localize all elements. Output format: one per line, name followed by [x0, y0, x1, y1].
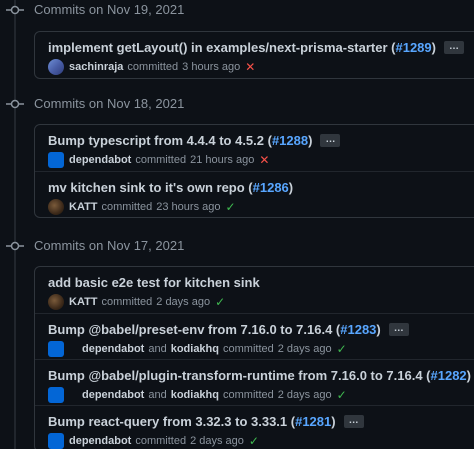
- git-commit-icon: [6, 241, 24, 251]
- commit-row: add basic e2e test for kitchen sink KATT…: [35, 267, 474, 313]
- commit-message-close: ): [376, 322, 381, 337]
- commit-title[interactable]: Bump @babel/preset-env from 7.16.0 to 7.…: [48, 322, 409, 337]
- commit-message[interactable]: implement getLayout() in examples/next-p…: [48, 40, 395, 55]
- and-label: and: [148, 389, 167, 401]
- pr-link[interactable]: #1282: [431, 368, 467, 383]
- group-date: Commits on Nov 17, 2021: [34, 238, 185, 253]
- status-fail-icon[interactable]: ✕: [245, 60, 255, 74]
- status-pass-icon[interactable]: ✓: [249, 434, 259, 448]
- commit-title[interactable]: Bump react-query from 3.32.3 to 3.33.1 (…: [48, 414, 364, 429]
- commit-title[interactable]: mv kitchen sink to it's own repo (#1286): [48, 180, 293, 195]
- commit-message-close: ): [431, 40, 436, 55]
- commit-meta: dependabot committed 21 hours ago ✕: [48, 152, 269, 168]
- commit-time[interactable]: 23 hours ago: [156, 201, 220, 213]
- expand-message-button[interactable]: …: [320, 134, 341, 147]
- committed-label: committed: [135, 435, 187, 447]
- committed-label: committed: [101, 296, 153, 308]
- commit-group: Bump typescript from 4.4.4 to 4.5.2 (#12…: [34, 124, 474, 218]
- commit-message-close: ): [288, 180, 294, 195]
- pr-link[interactable]: #1286: [253, 180, 289, 195]
- and-label: and: [148, 343, 167, 355]
- pr-link[interactable]: #1288: [272, 133, 308, 148]
- commit-title[interactable]: add basic e2e test for kitchen sink: [48, 275, 260, 290]
- status-fail-icon[interactable]: ✕: [259, 153, 269, 167]
- commit-message-close: ): [331, 414, 336, 429]
- commit-meta: KATT committed 2 days ago ✓: [48, 294, 225, 310]
- commit-message-close: ): [308, 133, 313, 148]
- commit-time[interactable]: 2 days ago: [278, 389, 332, 401]
- commit-row: mv kitchen sink to it's own repo (#1286)…: [35, 171, 474, 217]
- commit-message[interactable]: Bump @babel/preset-env from 7.16.0 to 7.…: [48, 322, 340, 337]
- group-date: Commits on Nov 18, 2021: [34, 96, 185, 111]
- commit-time[interactable]: 2 days ago: [190, 435, 244, 447]
- author-link[interactable]: KATT: [69, 201, 98, 213]
- commit-meta: dependabot and kodiakhq committed 2 days…: [48, 341, 347, 357]
- commit-meta: dependabot committed 2 days ago ✓: [48, 433, 259, 449]
- pr-link[interactable]: #1281: [295, 414, 331, 429]
- commit-message[interactable]: add basic e2e test for kitchen sink: [48, 275, 260, 290]
- status-pass-icon[interactable]: ✓: [337, 342, 347, 356]
- expand-message-button[interactable]: …: [443, 41, 464, 54]
- commit-time[interactable]: 21 hours ago: [190, 154, 254, 166]
- expand-message-button[interactable]: …: [343, 415, 364, 428]
- coauthor-link[interactable]: kodiakhq: [171, 389, 219, 401]
- author-link[interactable]: sachinraja: [69, 61, 123, 73]
- commit-title[interactable]: Bump @babel/plugin-transform-runtime fro…: [48, 368, 474, 383]
- commit-title[interactable]: implement getLayout() in examples/next-p…: [48, 40, 464, 55]
- commit-row: Bump @babel/plugin-transform-runtime fro…: [35, 359, 474, 405]
- pr-link[interactable]: #1283: [340, 322, 376, 337]
- timeline-line: [14, 0, 16, 449]
- dependabot-avatar[interactable]: [48, 152, 64, 168]
- status-pass-icon[interactable]: ✓: [215, 295, 225, 309]
- committed-label: committed: [127, 61, 179, 73]
- commit-meta: dependabot and kodiakhq committed 2 days…: [48, 387, 347, 403]
- group-date: Commits on Nov 19, 2021: [34, 2, 185, 17]
- author-link[interactable]: dependabot: [69, 154, 131, 166]
- commit-meta: sachinraja committed 3 hours ago ✕: [48, 59, 255, 75]
- commit-message[interactable]: Bump @babel/plugin-transform-runtime fro…: [48, 368, 431, 383]
- commit-message-close: ): [466, 368, 472, 383]
- commit-meta: KATT committed 23 hours ago ✓: [48, 199, 236, 215]
- committed-label: committed: [223, 389, 274, 401]
- author-link[interactable]: dependabot: [82, 389, 144, 401]
- status-pass-icon[interactable]: ✓: [337, 388, 347, 402]
- commit-message[interactable]: Bump react-query from 3.32.3 to 3.33.1 (: [48, 414, 295, 429]
- commit-time[interactable]: 2 days ago: [278, 343, 332, 355]
- commit-row: Bump react-query from 3.32.3 to 3.33.1 (…: [35, 405, 474, 449]
- expand-message-button[interactable]: …: [388, 323, 409, 336]
- pr-link[interactable]: #1289: [395, 40, 431, 55]
- avatar[interactable]: [48, 59, 64, 75]
- committed-label: committed: [101, 201, 153, 213]
- commit-title[interactable]: Bump typescript from 4.4.4 to 4.5.2 (#12…: [48, 133, 341, 148]
- commit-time[interactable]: 3 hours ago: [182, 61, 240, 73]
- commit-row: Bump @babel/preset-env from 7.16.0 to 7.…: [35, 313, 474, 359]
- commit-message[interactable]: Bump typescript from 4.4.4 to 4.5.2 (: [48, 133, 272, 148]
- git-commit-icon: [6, 99, 24, 109]
- dependabot-avatar[interactable]: [48, 433, 64, 449]
- commit-message[interactable]: mv kitchen sink to it's own repo (: [48, 180, 253, 195]
- commit-time[interactable]: 2 days ago: [156, 296, 210, 308]
- commit-row: implement getLayout() in examples/next-p…: [35, 32, 474, 78]
- committed-label: committed: [223, 343, 274, 355]
- commit-group: add basic e2e test for kitchen sink KATT…: [34, 266, 474, 449]
- avatar[interactable]: [48, 199, 64, 215]
- author-link[interactable]: dependabot: [82, 343, 144, 355]
- avatar[interactable]: [48, 294, 64, 310]
- commit-row: Bump typescript from 4.4.4 to 4.5.2 (#12…: [35, 125, 474, 171]
- commit-group: implement getLayout() in examples/next-p…: [34, 31, 474, 79]
- committed-label: committed: [135, 154, 187, 166]
- coauthor-link[interactable]: kodiakhq: [171, 343, 219, 355]
- author-link[interactable]: dependabot: [69, 435, 131, 447]
- git-commit-icon: [6, 5, 24, 15]
- author-link[interactable]: KATT: [69, 296, 98, 308]
- status-pass-icon[interactable]: ✓: [225, 200, 235, 214]
